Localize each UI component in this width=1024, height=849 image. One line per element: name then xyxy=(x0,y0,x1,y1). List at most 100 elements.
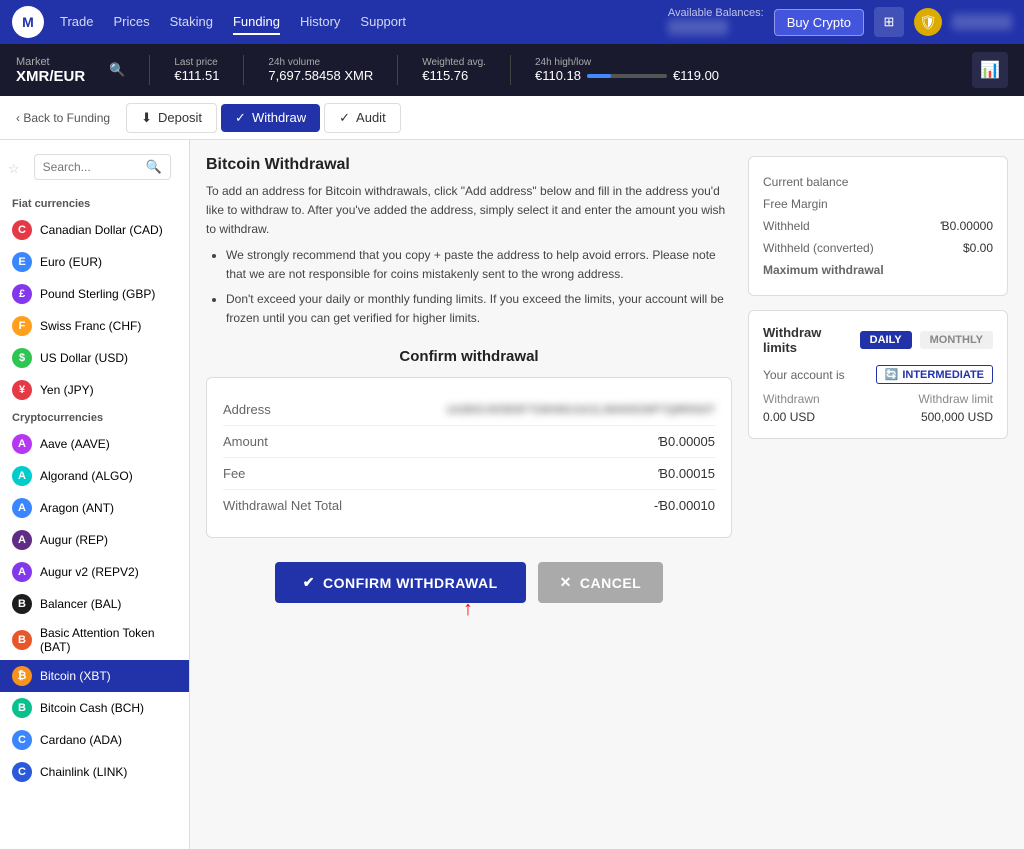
sidebar-item-ada[interactable]: C Cardano (ADA) xyxy=(0,724,189,756)
market-label: Market xyxy=(16,56,85,68)
search-icon: 🔍 xyxy=(146,159,162,175)
bch-icon: B xyxy=(12,698,32,718)
sidebar-item-usd[interactable]: $ US Dollar (USD) xyxy=(0,342,189,374)
withheld-conv-label: Withheld (converted) xyxy=(763,241,874,255)
jpy-icon: ¥ xyxy=(12,380,32,400)
cad-icon: C xyxy=(12,220,32,240)
sidebar-item-jpy[interactable]: ¥ Yen (JPY) xyxy=(0,374,189,406)
gbp-icon: £ xyxy=(12,284,32,304)
address-label: Address xyxy=(223,402,271,417)
market-pair: XMR/EUR xyxy=(16,68,85,85)
confirm-title: Confirm withdrawal xyxy=(206,348,732,365)
aave-icon: A xyxy=(12,434,32,454)
address-value: 1A2B3C4D5E6F7G8H9I0J1K2L3M4N5O6P7Q8R9S0T xyxy=(446,404,715,416)
monthly-tab[interactable]: MONTHLY xyxy=(920,331,993,349)
algo-label: Algorand (ALGO) xyxy=(40,469,133,483)
market-search-icon[interactable]: 🔍 xyxy=(109,62,125,78)
sidebar-item-cad[interactable]: C Canadian Dollar (CAD) xyxy=(0,214,189,246)
search-input[interactable] xyxy=(43,160,146,174)
sidebar-item-bch[interactable]: B Bitcoin Cash (BCH) xyxy=(0,692,189,724)
withdraw-button[interactable]: ✓ Withdraw xyxy=(221,104,320,132)
limits-header: Withdraw limits DAILY MONTHLY xyxy=(763,325,993,355)
sub-navigation: ‹ Back to Funding ⬇ Deposit ✓ Withdraw ✓… xyxy=(0,96,1024,140)
chf-icon: F xyxy=(12,316,32,336)
sidebar-item-link[interactable]: C Chainlink (LINK) xyxy=(0,756,189,788)
ada-icon: C xyxy=(12,730,32,750)
chart-button[interactable]: 📊 xyxy=(972,52,1008,88)
withheld-label: Withheld xyxy=(763,219,810,233)
address-row: Address 1A2B3C4D5E6F7G8H9I0J1K2L3M4N5O6P… xyxy=(223,394,715,426)
deposit-button[interactable]: ⬇ Deposit xyxy=(126,103,217,133)
sidebar-item-gbp[interactable]: £ Pound Sterling (GBP) xyxy=(0,278,189,310)
x-icon: ✕ xyxy=(560,574,572,591)
cad-label: Canadian Dollar (CAD) xyxy=(40,223,163,237)
divider xyxy=(149,55,150,85)
cancel-button[interactable]: ✕ CANCEL xyxy=(538,562,664,603)
crypto-section-label: Cryptocurrencies xyxy=(0,406,189,428)
nav-prices[interactable]: Prices xyxy=(113,10,149,35)
sidebar-item-repv2[interactable]: A Augur v2 (REPV2) xyxy=(0,556,189,588)
sidebar-item-ant[interactable]: A Aragon (ANT) xyxy=(0,492,189,524)
free-margin-label: Free Margin xyxy=(763,197,828,211)
xbt-icon: ₿ xyxy=(12,666,32,686)
balance-card: Current balance Free Margin Withheld Ɓ0.… xyxy=(748,156,1008,296)
nav-support[interactable]: Support xyxy=(360,10,406,35)
net-total-row: Withdrawal Net Total -Ɓ0.00010 xyxy=(223,490,715,521)
logo-icon[interactable]: M xyxy=(12,6,44,38)
nav-links: Trade Prices Staking Funding History Sup… xyxy=(60,10,668,35)
bch-label: Bitcoin Cash (BCH) xyxy=(40,701,144,715)
net-total-label: Withdrawal Net Total xyxy=(223,498,342,513)
confirm-withdrawal-button[interactable]: ✔ CONFIRM WITHDRAWAL xyxy=(275,562,526,603)
nav-staking[interactable]: Staking xyxy=(170,10,213,35)
sidebar-item-bat[interactable]: B Basic Attention Token (BAT) xyxy=(0,620,189,660)
eur-icon: E xyxy=(12,252,32,272)
account-badge: 🔄 INTERMEDIATE xyxy=(876,365,993,384)
repv2-icon: A xyxy=(12,562,32,582)
withheld-conv-value: $0.00 xyxy=(963,241,993,255)
volume-stat: 24h volume 7,697.58458 XMR xyxy=(268,57,373,83)
ant-icon: A xyxy=(12,498,32,518)
bat-label: Basic Attention Token (BAT) xyxy=(40,626,177,654)
max-withdrawal-label: Maximum withdrawal xyxy=(763,263,884,277)
sidebar-item-xbt[interactable]: ₿ Bitcoin (XBT) xyxy=(0,660,189,692)
withheld-value: Ɓ0.00000 xyxy=(941,219,993,233)
content-grid: Bitcoin Withdrawal To add an address for… xyxy=(206,156,1008,603)
grid-icon[interactable]: ⊞ xyxy=(874,7,904,37)
top-navigation: M Trade Prices Staking Funding History S… xyxy=(0,0,1024,44)
favorites-star-icon[interactable]: ☆ xyxy=(8,161,20,177)
divider xyxy=(510,55,511,85)
sidebar-item-eur[interactable]: E Euro (EUR) xyxy=(0,246,189,278)
nav-history[interactable]: History xyxy=(300,10,340,35)
user-button[interactable] xyxy=(952,14,1012,30)
sidebar-item-algo[interactable]: A Algorand (ALGO) xyxy=(0,460,189,492)
net-total-value: -Ɓ0.00010 xyxy=(654,498,715,513)
divider xyxy=(243,55,244,85)
arrow-up-indicator: ↑ xyxy=(463,598,473,621)
nav-trade[interactable]: Trade xyxy=(60,10,93,35)
sidebar-item-aave[interactable]: A Aave (AAVE) xyxy=(0,428,189,460)
buy-crypto-button[interactable]: Buy Crypto xyxy=(774,9,864,36)
back-to-funding-link[interactable]: ‹ Back to Funding xyxy=(16,111,110,125)
sidebar-item-chf[interactable]: F Swiss Franc (CHF) xyxy=(0,310,189,342)
sidebar-item-bal[interactable]: B Balancer (BAL) xyxy=(0,588,189,620)
current-balance-value xyxy=(923,175,993,189)
audit-button[interactable]: ✓ Audit xyxy=(324,103,401,133)
repv2-label: Augur v2 (REPV2) xyxy=(40,565,139,579)
page-title: Bitcoin Withdrawal xyxy=(206,156,732,174)
available-balances-label: Available Balances: xyxy=(668,7,764,38)
sidebar-item-rep[interactable]: A Augur (REP) xyxy=(0,524,189,556)
shield-icon[interactable]: 🛡 xyxy=(914,8,942,36)
usd-label: US Dollar (USD) xyxy=(40,351,128,365)
sidebar: ☆ 🔍 Fiat currencies C Canadian Dollar (C… xyxy=(0,140,190,849)
withdrawal-description: To add an address for Bitcoin withdrawal… xyxy=(206,182,732,328)
daily-tab[interactable]: DAILY xyxy=(860,331,912,349)
divider xyxy=(397,55,398,85)
fiat-section-label: Fiat currencies xyxy=(0,192,189,214)
limits-card: Withdraw limits DAILY MONTHLY Your accou… xyxy=(748,310,1008,439)
audit-icon: ✓ xyxy=(339,110,350,126)
gbp-label: Pound Sterling (GBP) xyxy=(40,287,155,301)
ada-label: Cardano (ADA) xyxy=(40,733,122,747)
current-balance-label: Current balance xyxy=(763,175,848,189)
eur-label: Euro (EUR) xyxy=(40,255,102,269)
nav-funding[interactable]: Funding xyxy=(233,10,280,35)
